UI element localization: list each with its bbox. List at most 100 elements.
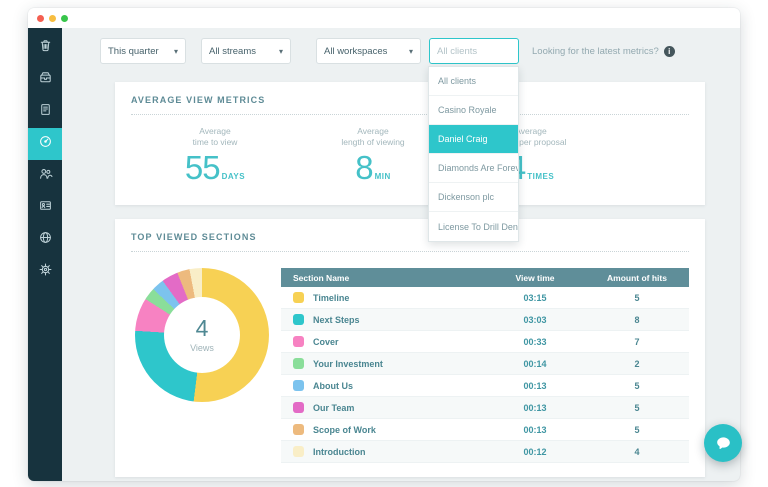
hit-count: 5 (585, 403, 689, 413)
metrics-row: Averagetime to view 55DAYS Averagelength o… (131, 115, 601, 184)
metric-value: 8MIN (303, 151, 443, 184)
sections-table: Section Name View time Amount of hits Ti… (281, 268, 689, 463)
section-name-cell: Your Investment (281, 358, 485, 369)
section-color-swatch (293, 424, 304, 435)
metric-number: 8 (355, 151, 372, 184)
sidebar-item-bucket[interactable] (28, 32, 62, 64)
section-name: Timeline (313, 293, 349, 303)
dropdown-item[interactable]: Diamonds Are Forev... (429, 154, 518, 183)
section-name-cell: Introduction (281, 446, 485, 457)
metrics-hint: Looking for the latest metrics? i (532, 46, 675, 57)
sidebar-item-drawer[interactable] (28, 64, 62, 96)
metrics-hint-text: Looking for the latest metrics? (532, 46, 659, 57)
streams-select[interactable]: All streams ▾ (201, 38, 291, 64)
drawer-icon (38, 70, 53, 90)
table-row: Our Team 00:135 (281, 397, 689, 419)
dropdown-item[interactable]: Daniel Craig (429, 125, 518, 154)
workspaces-select[interactable]: All workspaces ▾ (316, 38, 421, 64)
dropdown-item[interactable]: Casino Royale (429, 96, 518, 125)
bucket-icon (38, 38, 53, 58)
metric: Averagetime to view 55DAYS (145, 126, 285, 184)
window-body: This quarter ▾ All streams ▾ All workspa… (28, 28, 740, 481)
table-row: Timeline 03:155 (281, 287, 689, 309)
column-view-time: View time (485, 273, 585, 283)
client-filter-input[interactable] (429, 38, 519, 64)
chat-bubble-icon (714, 434, 733, 453)
dropdown-item[interactable]: All clients (429, 67, 518, 96)
metric-label: Averagelength of viewing (303, 126, 443, 148)
section-color-swatch (293, 292, 304, 303)
donut-chart: 4 Views (131, 268, 281, 463)
section-name: Our Team (313, 403, 354, 413)
section-name: Introduction (313, 447, 366, 457)
donut-center-value: 4 (196, 317, 209, 340)
section-name-cell: Timeline (281, 292, 485, 303)
chevron-down-icon: ▾ (174, 47, 178, 56)
sidebar-item-people[interactable] (28, 160, 62, 192)
period-select-value: This quarter (108, 46, 159, 57)
sidebar (28, 28, 62, 481)
view-time: 00:12 (485, 447, 585, 457)
hit-count: 5 (585, 293, 689, 303)
info-icon[interactable]: i (664, 46, 675, 57)
hit-count: 4 (585, 447, 689, 457)
section-name-cell: Our Team (281, 402, 485, 413)
donut-ring: 4 Views (135, 268, 269, 402)
sidebar-item-contact-card[interactable] (28, 192, 62, 224)
sidebar-item-document[interactable] (28, 96, 62, 128)
top-viewed-sections-panel: TOP VIEWED SECTIONS 4 Views Sectio (115, 219, 705, 477)
client-dropdown-menu: All clientsCasino RoyaleDaniel CraigDiam… (428, 66, 519, 242)
sidebar-item-globe[interactable] (28, 224, 62, 256)
section-name: Scope of Work (313, 425, 376, 435)
gauge-icon (38, 134, 53, 154)
metric-unit: TIMES (527, 172, 554, 181)
sidebar-item-gauge[interactable] (28, 128, 62, 160)
section-color-swatch (293, 402, 304, 413)
chevron-down-icon: ▾ (409, 47, 413, 56)
close-button[interactable] (37, 15, 44, 22)
workspaces-select-value: All workspaces (324, 46, 387, 57)
contact-card-icon (38, 198, 53, 218)
sections-panel-title: TOP VIEWED SECTIONS (131, 232, 689, 242)
metric-number: 55 (185, 151, 220, 184)
metric-value: 55DAYS (145, 151, 285, 184)
table-row: Scope of Work 00:135 (281, 419, 689, 441)
section-name-cell: Next Steps (281, 314, 485, 325)
column-amount-of-hits: Amount of hits (585, 273, 689, 283)
zoom-button[interactable] (61, 15, 68, 22)
sidebar-item-gear[interactable] (28, 256, 62, 288)
main-content: This quarter ▾ All streams ▾ All workspa… (62, 28, 740, 481)
dropdown-item[interactable]: Dickenson plc (429, 183, 518, 212)
metrics-panel-title: AVERAGE VIEW METRICS (131, 95, 689, 105)
gear-icon (38, 262, 53, 282)
section-name-cell: About Us (281, 380, 485, 391)
view-time: 00:13 (485, 403, 585, 413)
section-name-cell: Scope of Work (281, 424, 485, 435)
view-time: 00:33 (485, 337, 585, 347)
minimize-button[interactable] (49, 15, 56, 22)
hit-count: 5 (585, 425, 689, 435)
table-row: About Us00:135 (281, 375, 689, 397)
filter-toolbar: This quarter ▾ All streams ▾ All workspa… (62, 28, 740, 64)
view-time: 00:14 (485, 359, 585, 369)
view-time: 00:13 (485, 425, 585, 435)
metric-unit: DAYS (222, 172, 246, 181)
section-name: Next Steps (313, 315, 360, 325)
view-time: 03:15 (485, 293, 585, 303)
chevron-down-icon: ▾ (279, 47, 283, 56)
app-window: This quarter ▾ All streams ▾ All workspa… (28, 8, 740, 481)
section-color-swatch (293, 358, 304, 369)
dropdown-item[interactable]: License To Drill Denti... (429, 212, 518, 241)
metric-label: Averagetime to view (145, 126, 285, 148)
column-section-name: Section Name (281, 273, 485, 283)
section-name: About Us (313, 381, 353, 391)
view-time: 00:13 (485, 381, 585, 391)
hit-count: 2 (585, 359, 689, 369)
chat-launcher[interactable] (704, 424, 742, 462)
section-color-swatch (293, 314, 304, 325)
metric-unit: MIN (375, 172, 391, 181)
period-select[interactable]: This quarter ▾ (100, 38, 186, 64)
streams-select-value: All streams (209, 46, 256, 57)
sections-content: 4 Views Section Name View time Amount of… (131, 252, 689, 463)
table-header: Section Name View time Amount of hits (281, 268, 689, 287)
